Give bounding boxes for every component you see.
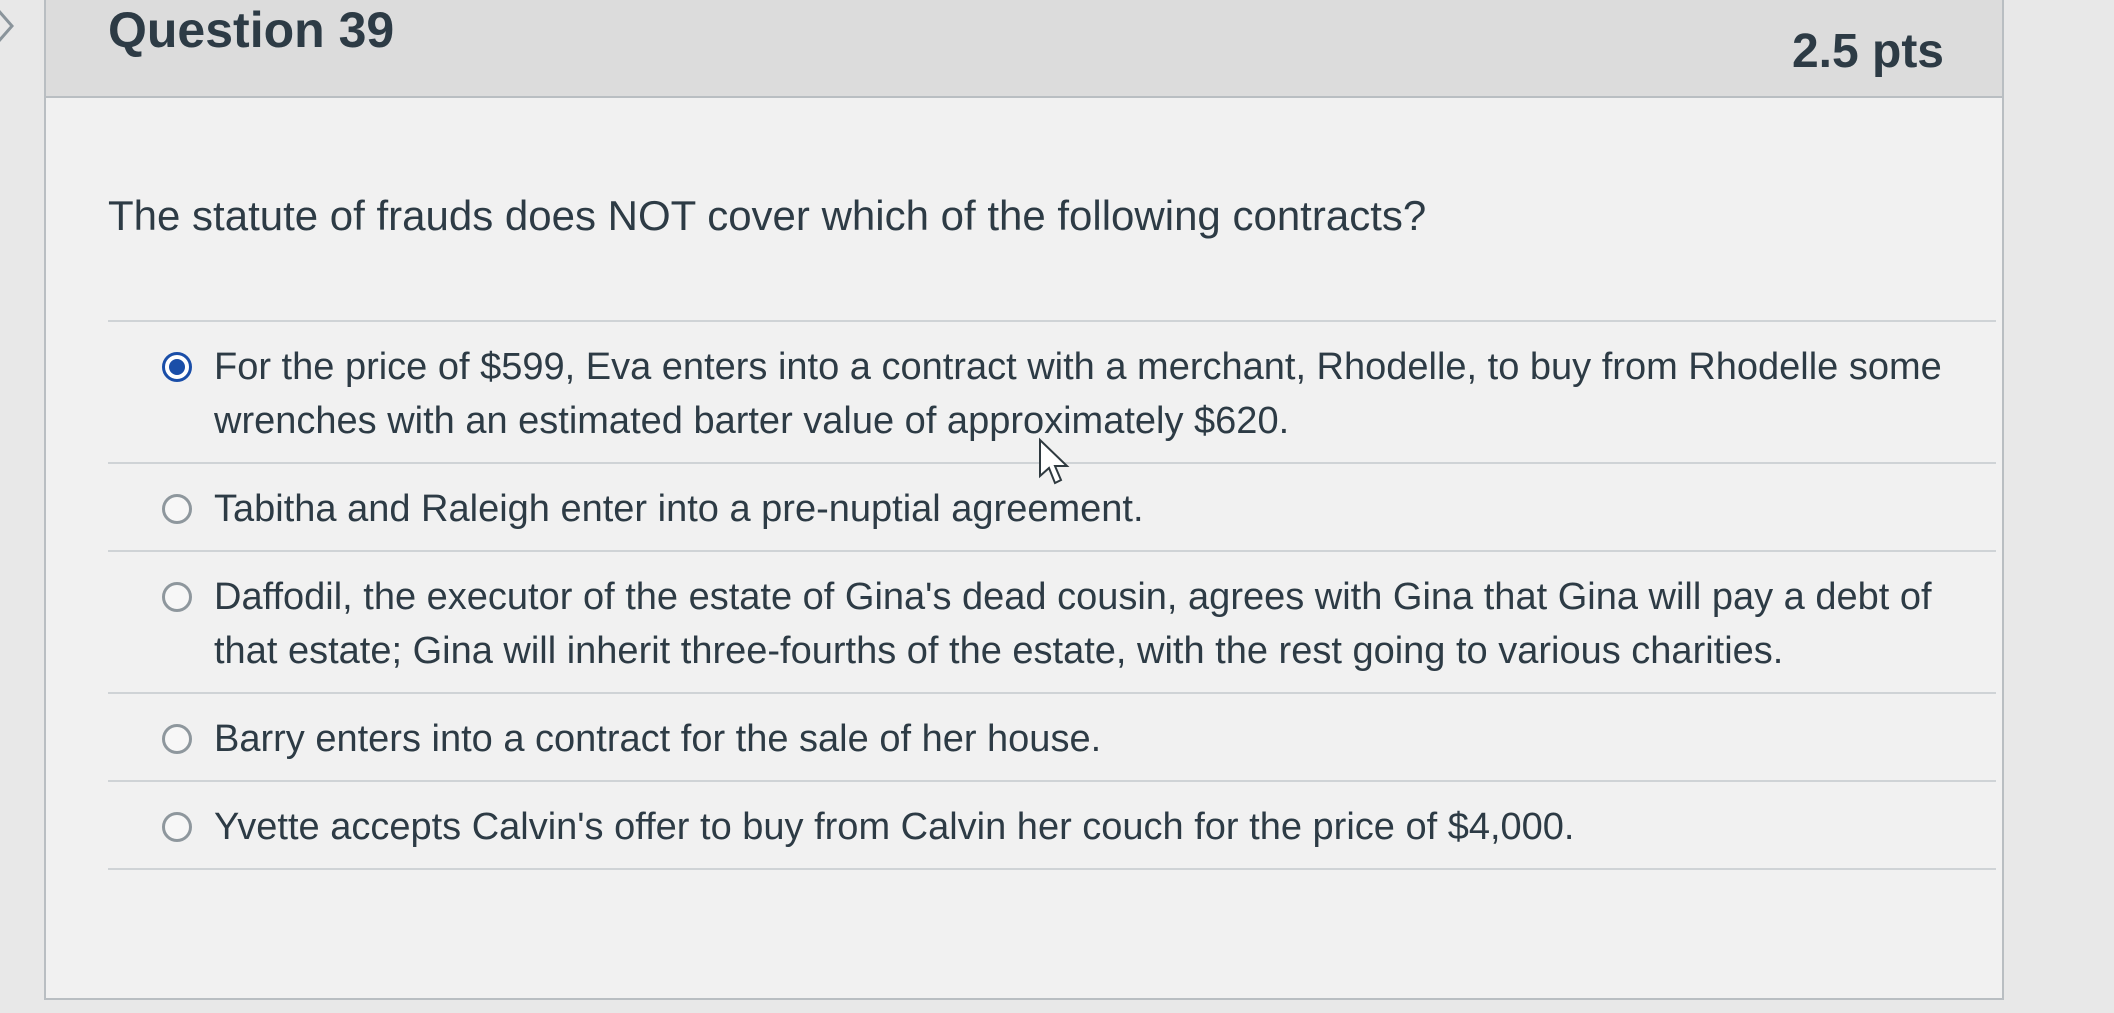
radio-button[interactable] [162,494,192,524]
question-header: Question 39 2.5 pts [46,0,2002,98]
answer-label: Yvette accepts Calvin's offer to buy fro… [214,806,1575,848]
answer-label: Tabitha and Raleigh enter into a pre-nup… [214,488,1144,530]
radio-button[interactable] [162,724,192,754]
chevron-right-icon[interactable] [0,4,24,48]
quiz-page: Question 39 2.5 pts The statute of fraud… [0,0,2114,1013]
answer-option-3[interactable]: Daffodil, the executor of the estate of … [108,550,1996,692]
question-title: Question 39 [108,2,395,58]
answer-option-4[interactable]: Barry enters into a contract for the sal… [108,692,1996,780]
question-points: 2.5 pts [1791,25,1944,78]
answer-label: Barry enters into a contract for the sal… [214,718,1102,760]
question-card: Question 39 2.5 pts The statute of fraud… [44,0,2004,1000]
radio-button-selected[interactable] [162,352,192,382]
radio-button[interactable] [162,582,192,612]
mouse-pointer-icon-svg [1039,437,1070,485]
mouse-pointer-icon [1036,436,1076,492]
answer-label: Daffodil, the executor of the estate of … [214,576,1932,672]
radio-button[interactable] [162,812,192,842]
answer-list: For the price of $599, Eva enters into a… [108,320,1996,870]
question-prompt: The statute of frauds does NOT cover whi… [108,192,1427,239]
chevron-right-icon-svg [0,10,14,42]
answer-option-5[interactable]: Yvette accepts Calvin's offer to buy fro… [108,780,1996,870]
answer-label: For the price of $599, Eva enters into a… [214,346,1942,442]
